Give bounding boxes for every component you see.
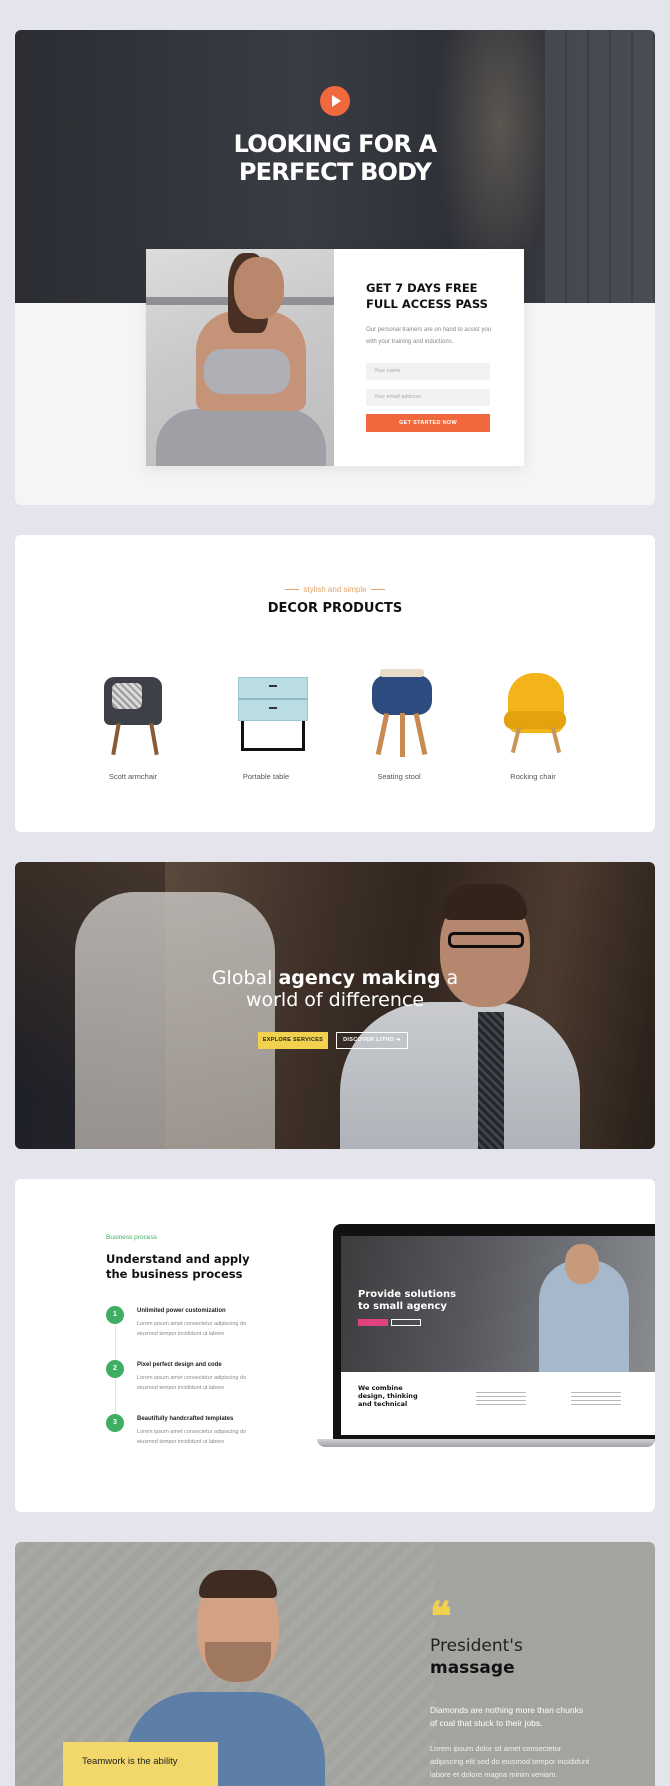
agency-headline: Global agency making a world of differen… [211,967,459,1011]
hero-title: LOOKING FOR A PERFECT BODY [233,130,438,186]
step-title: Beautifully handcrafted templates [137,1416,234,1422]
product-scott-armchair[interactable]: Scott armchair [78,665,188,785]
decor-section: stylish and simple DECOR PRODUCTS Scott … [15,535,655,832]
quote-badge: Teamwork is the ability [63,1742,218,1786]
step-number: 3 [106,1414,124,1432]
step-desc: Lorem ipsum amet consectetur adipiscing … [137,1429,247,1445]
section-title: DECOR PRODUCTS [267,601,403,616]
screen-subheading: We combine design, thinking and technica… [358,1384,418,1408]
step-desc: Lorem ipsum amet consectetur adipiscing … [137,1321,247,1337]
quote-icon: ❝ [430,1593,452,1640]
pass-title: GET 7 DAYS FREE FULL ACCESS PASS [366,281,488,311]
heading-line1: President's [430,1636,523,1656]
discover-litho-button[interactable]: DISCOVER LITHO ➔ [336,1032,408,1049]
product-seating-stool[interactable]: Seating stool [344,665,454,785]
section-eyebrow: Business process [106,1234,157,1241]
laptop-mockup: Provide solutions to small agency We com… [317,1224,655,1452]
pass-text: Our personal trainers are on hand to ass… [366,327,492,345]
heading-line2: massage [430,1658,515,1678]
step-title: Unlimited power customization [137,1308,226,1314]
product-rocking-chair[interactable]: Rocking chair [478,665,588,785]
product-portable-table[interactable]: Portable table [211,665,321,785]
athlete-photo [146,249,334,466]
product-label: Scott armchair [108,772,158,781]
lead-text: Diamonds are nothing more than chunks of… [430,1705,584,1728]
body-text: Lorem ipsum dolor sit amet consectetur a… [430,1744,590,1779]
play-icon[interactable] [320,86,350,116]
free-pass-card: GET 7 DAYS FREE FULL ACCESS PASS Our per… [146,249,524,466]
get-started-button[interactable]: GET STARTED NOW [366,414,490,432]
name-field[interactable]: Your name [366,363,490,380]
explore-services-button[interactable]: EXPLORE SERVICES [258,1032,328,1049]
screen-headline: Provide solutions to small agency [358,1289,457,1312]
step-number: 2 [106,1360,124,1378]
product-label: Portable table [242,772,290,781]
section-tag: stylish and simple [15,585,655,594]
step-title: Pixel perfect design and code [137,1362,222,1368]
product-label: Rocking chair [510,772,556,781]
step-desc: Lorem ipsum amet consectetur adipiscing … [137,1375,247,1391]
fitness-section: LOOKING FOR A PERFECT BODY GET 7 DAYS FR… [15,30,655,505]
president-section: Teamwork is the ability ❝ President's ma… [15,1542,655,1786]
business-section: Business process Understand and apply th… [15,1179,655,1512]
agency-section: Global agency making a world of differen… [15,862,655,1149]
step-number: 1 [106,1306,124,1324]
section-title: Understand and apply the business proces… [106,1252,250,1281]
product-label: Seating stool [377,772,421,781]
email-field[interactable]: Your email address [366,389,490,406]
